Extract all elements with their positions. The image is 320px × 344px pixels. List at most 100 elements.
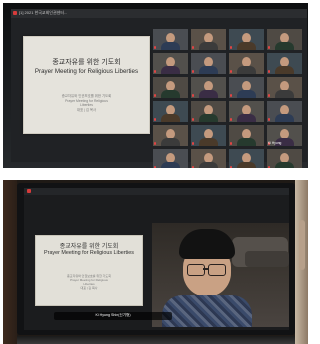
participant-tile[interactable] — [153, 77, 188, 98]
muted-mic-icon — [230, 70, 232, 73]
participant-body — [237, 66, 256, 74]
slide-details: 종교자유와 인권보호를 위한 기도회 Prayer Meeting for Re… — [24, 94, 149, 112]
room-background-left — [3, 180, 17, 344]
zoom-window: 종교자유를 위한 기도회 Prayer Meeting for Religiou… — [24, 188, 289, 339]
participant-body — [275, 90, 294, 98]
participant-tile[interactable] — [267, 29, 302, 50]
muted-mic-icon — [154, 70, 156, 73]
record-icon — [27, 189, 31, 193]
participant-tile[interactable] — [229, 125, 264, 146]
participant-body — [237, 162, 256, 168]
participant-tile[interactable] — [267, 53, 302, 74]
photo-zoom-speaker-laptop: 종교자유를 위한 기도회 Prayer Meeting for Religiou… — [3, 180, 308, 344]
slide-title-ko: 종교자유를 위한 기도회 — [52, 59, 121, 66]
participant-body — [199, 162, 218, 168]
participant-body — [161, 66, 180, 74]
background-object — [299, 220, 305, 270]
record-icon — [13, 11, 17, 15]
participant-tile[interactable] — [153, 29, 188, 50]
participant-tile[interactable] — [229, 53, 264, 74]
participant-body — [275, 114, 294, 122]
participant-body — [275, 66, 294, 74]
participant-body — [199, 42, 218, 50]
muted-mic-icon — [192, 70, 194, 73]
muted-mic-icon — [230, 142, 232, 145]
participant-tile[interactable] — [153, 101, 188, 122]
muted-mic-icon — [268, 118, 270, 121]
participant-tile[interactable] — [229, 149, 264, 168]
shared-slide: 종교자유를 위한 기도회 Prayer Meeting for Religiou… — [35, 235, 143, 306]
window-title: [1] 2021 한국교회인권센터... — [19, 10, 68, 15]
muted-mic-icon — [154, 166, 156, 168]
muted-mic-icon — [230, 46, 232, 49]
participant-tile[interactable] — [267, 149, 302, 168]
muted-mic-icon — [230, 94, 232, 97]
muted-mic-icon — [268, 166, 270, 168]
shared-slide: 종교자유를 위한 기도회 Prayer Meeting for Religiou… — [23, 36, 150, 134]
participant-tile[interactable] — [153, 149, 188, 168]
muted-mic-icon — [192, 166, 194, 168]
participant-gallery: Ki Hyung이수경KCCC Fellowship — [153, 29, 305, 168]
participant-tile[interactable] — [229, 101, 264, 122]
photo-zoom-gallery-monitor: [1] 2021 한국교회인권센터... 종교자유를 위한 기도회 Prayer… — [3, 3, 308, 168]
speaker-video — [152, 223, 289, 327]
slide-details: 종교자유와 인권보호를 위한 기도회 Prayer Meeting for Re… — [36, 274, 142, 290]
participant-tile[interactable] — [229, 29, 264, 50]
participant-tile[interactable] — [191, 149, 226, 168]
laptop-keyboard-edge — [17, 336, 295, 344]
participant-body — [199, 138, 218, 146]
muted-mic-icon — [154, 94, 156, 97]
muted-mic-icon — [230, 118, 232, 121]
speaker-caption: Ki Hyung Shin(신기형) — [54, 312, 172, 320]
zoom-window: [1] 2021 한국교회인권센터... 종교자유를 위한 기도회 Prayer… — [11, 9, 307, 168]
participant-body — [275, 42, 294, 50]
slide-title-en: Prayer Meeting for Religious Liberties — [34, 68, 139, 75]
participant-body — [199, 66, 218, 74]
muted-mic-icon — [192, 118, 194, 121]
muted-mic-icon — [230, 166, 232, 168]
participant-name: Ki Hyung — [268, 141, 282, 145]
muted-mic-icon — [192, 94, 194, 97]
slide-detail-line: 대표 | 김 목사 — [76, 107, 97, 112]
speaker-shirt — [162, 295, 252, 327]
glasses-icon — [187, 264, 227, 276]
participant-tile[interactable] — [267, 101, 302, 122]
participant-body — [237, 42, 256, 50]
muted-mic-icon — [268, 46, 270, 49]
muted-mic-icon — [268, 94, 270, 97]
muted-mic-icon — [192, 142, 194, 145]
muted-mic-icon — [268, 70, 270, 73]
slide-title-ko: 종교자유를 위한 기도회 — [59, 244, 119, 250]
participant-body — [161, 42, 180, 50]
participant-body — [161, 138, 180, 146]
zoom-title-bar: [1] 2021 한국교회인권센터... — [11, 9, 307, 18]
participant-tile[interactable] — [153, 53, 188, 74]
slide-detail-line: 대표 | 김 목사 — [80, 286, 98, 290]
muted-mic-icon — [154, 118, 156, 121]
muted-mic-icon — [154, 142, 156, 145]
participant-tile[interactable] — [229, 77, 264, 98]
participant-body — [275, 162, 294, 168]
participant-body — [237, 138, 256, 146]
slide-title-en: Prayer Meeting for Religious Liberties — [44, 250, 134, 256]
participant-body — [199, 114, 218, 122]
participant-tile[interactable] — [267, 77, 302, 98]
participant-tile[interactable]: Ki Hyung — [267, 125, 302, 146]
zoom-title-bar — [24, 188, 289, 195]
speaker-caption-text: Ki Hyung Shin(신기형) — [95, 313, 131, 317]
participant-tile[interactable] — [191, 125, 226, 146]
participant-body — [237, 90, 256, 98]
participant-tile[interactable] — [191, 77, 226, 98]
participant-tile[interactable] — [191, 101, 226, 122]
laptop-screen: 종교자유를 위한 기도회 Prayer Meeting for Religiou… — [17, 183, 295, 339]
participant-tile[interactable] — [191, 29, 226, 50]
sofa-cushion — [245, 251, 289, 267]
participant-body — [161, 162, 180, 168]
muted-mic-icon — [192, 46, 194, 49]
speaker-hair — [179, 229, 235, 259]
participant-tile[interactable] — [191, 53, 226, 74]
participant-tile[interactable] — [153, 125, 188, 146]
participant-body — [199, 90, 218, 98]
participant-body — [237, 114, 256, 122]
participant-body — [161, 114, 180, 122]
